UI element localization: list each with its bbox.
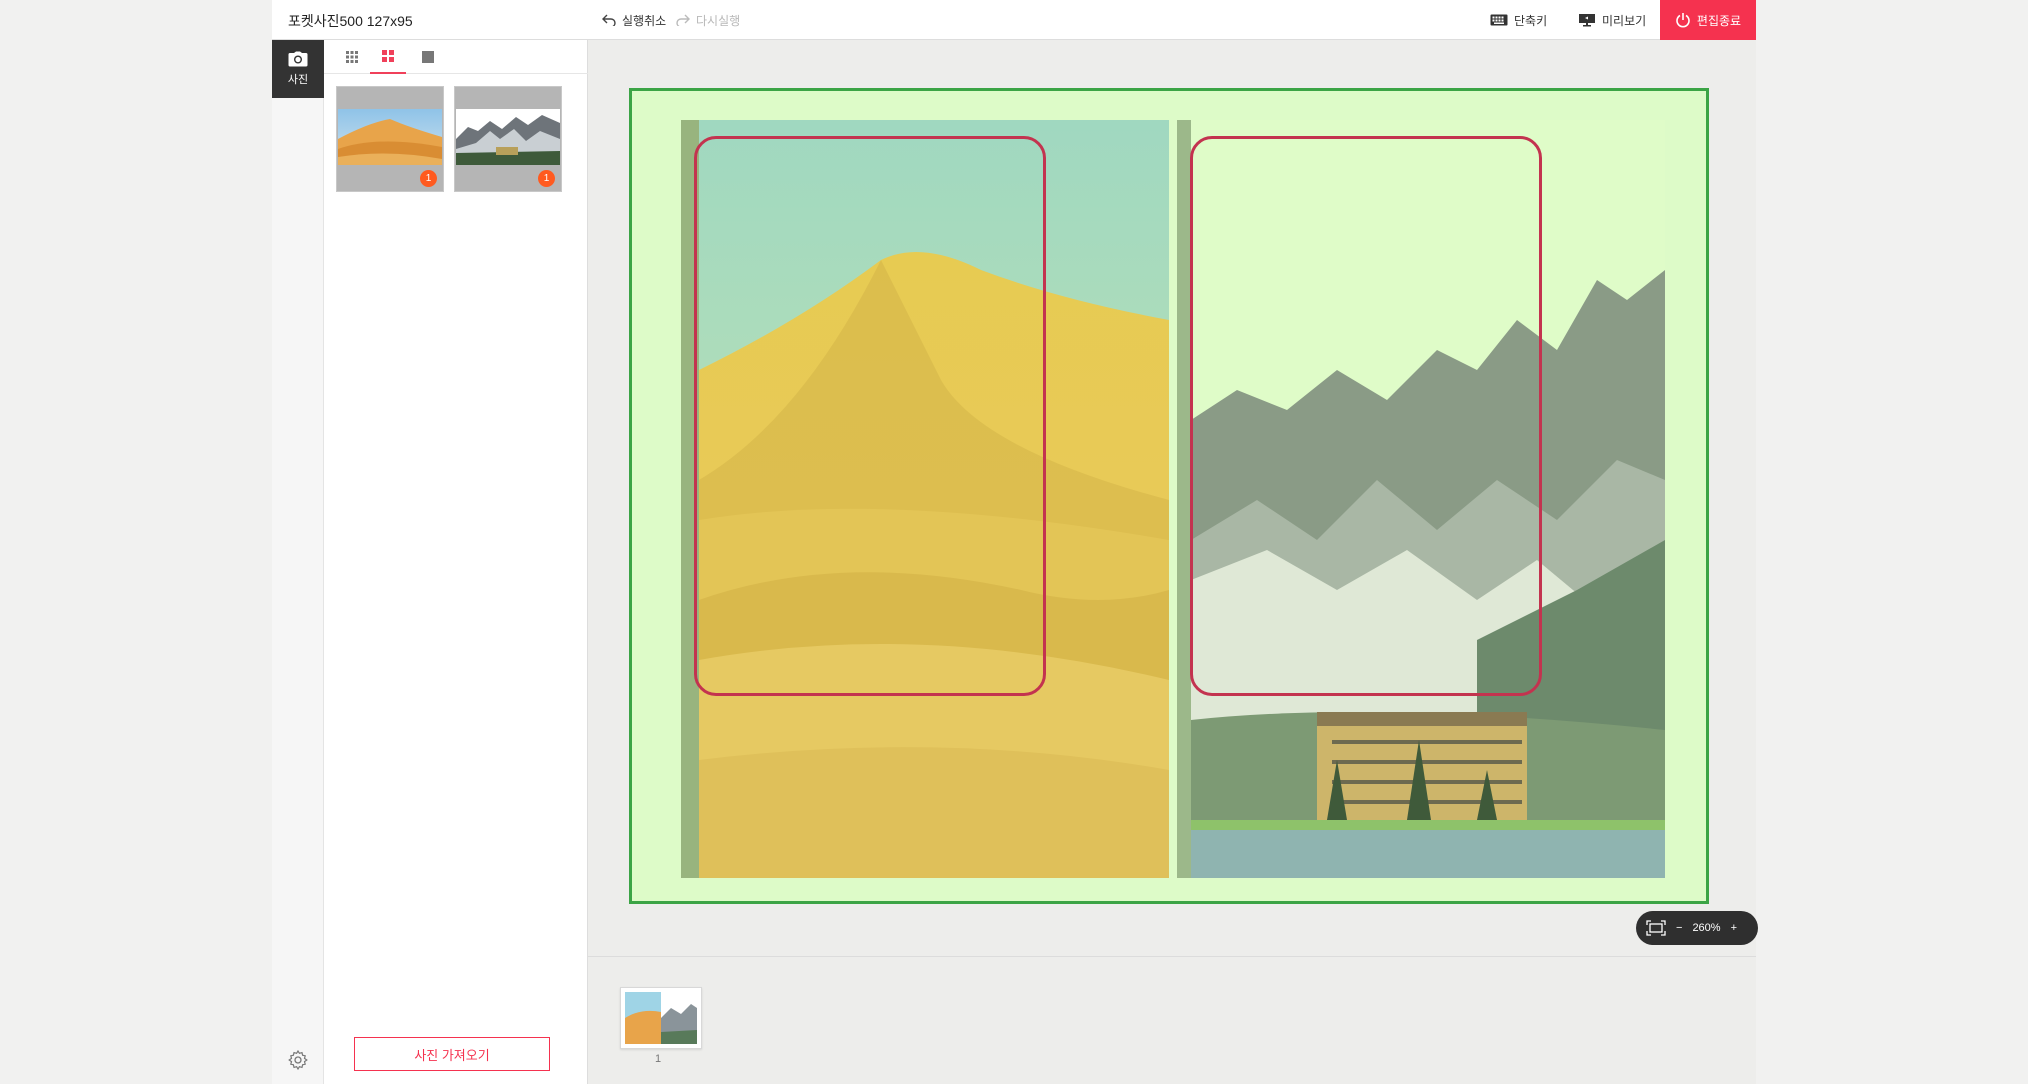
page-thumbnail[interactable] (620, 987, 702, 1049)
grid-large-icon (382, 50, 394, 62)
canvas-area: − 260% + (588, 40, 1758, 956)
zoom-control: − 260% + (1636, 911, 1758, 945)
view-single-tab[interactable] (410, 40, 446, 74)
zoom-level: 260% (1692, 922, 1721, 934)
page-number: 1 (655, 1053, 662, 1065)
shortcut-button[interactable]: 단축키 (1490, 0, 1547, 40)
shortcut-label: 단축키 (1514, 13, 1548, 28)
gear-icon (288, 1049, 308, 1071)
redo-label: 다시실행 (696, 13, 741, 28)
finish-edit-label: 편집종료 (1696, 13, 1742, 28)
editor-app: 포켓사진500 127x95 실행취소 다시실행 단축키 미리보기 편집종료 사… (272, 0, 1758, 1084)
settings-button[interactable] (287, 1049, 309, 1071)
view-mode-tabs (324, 40, 588, 74)
zoom-out-button[interactable]: − (1676, 922, 1682, 934)
monitor-icon (1579, 14, 1595, 27)
single-icon (422, 51, 434, 63)
finish-edit-button[interactable]: 편집종료 (1660, 0, 1756, 40)
photo-page (629, 88, 1709, 904)
preview-button[interactable]: 미리보기 (1578, 0, 1646, 40)
redo-button[interactable]: 다시실행 (676, 0, 740, 40)
product-title: 포켓사진500 127x95 (288, 13, 413, 29)
photo-frame-left (694, 136, 1046, 696)
fit-to-screen-button[interactable] (1646, 920, 1666, 936)
fit-screen-icon (1646, 920, 1666, 936)
outer-background-right (1756, 0, 2028, 1084)
rail-photo-tab[interactable]: 사진 (272, 40, 324, 98)
view-grid-large-tab[interactable] (370, 40, 406, 74)
photo-thumbnail-desert[interactable]: 1 (336, 86, 444, 192)
left-rail: 사진 (272, 40, 324, 1084)
photo-thumbnail-mountains[interactable]: 1 (454, 86, 562, 192)
preview-label: 미리보기 (1602, 13, 1647, 28)
photo-frame-right (1190, 136, 1542, 696)
keyboard-icon (1490, 14, 1508, 26)
camera-icon (288, 51, 308, 67)
undo-button[interactable]: 실행취소 (602, 0, 666, 40)
power-icon (1676, 13, 1690, 28)
import-photos-button[interactable]: 사진 가져오기 (354, 1037, 550, 1071)
undo-label: 실행취소 (622, 13, 667, 28)
top-bar: 포켓사진500 127x95 실행취소 다시실행 단축키 미리보기 편집종료 (272, 0, 1756, 40)
usage-count-badge: 1 (420, 170, 437, 187)
outer-background-left (0, 0, 272, 1084)
grid-small-icon (346, 51, 358, 63)
mountains-thumbnail-image (456, 109, 560, 165)
page-strip: 1 (588, 956, 1756, 1084)
page-thumbnail-image (621, 988, 701, 1048)
redo-icon (676, 14, 690, 26)
desert-thumbnail-image (338, 109, 442, 165)
usage-count-badge: 1 (538, 170, 555, 187)
photo-panel: 1 1 사진 가져오기 (324, 40, 588, 1084)
undo-icon (602, 14, 616, 26)
rail-photo-label: 사진 (287, 74, 309, 86)
zoom-in-button[interactable]: + (1731, 922, 1737, 934)
view-grid-small-tab[interactable] (334, 40, 370, 74)
